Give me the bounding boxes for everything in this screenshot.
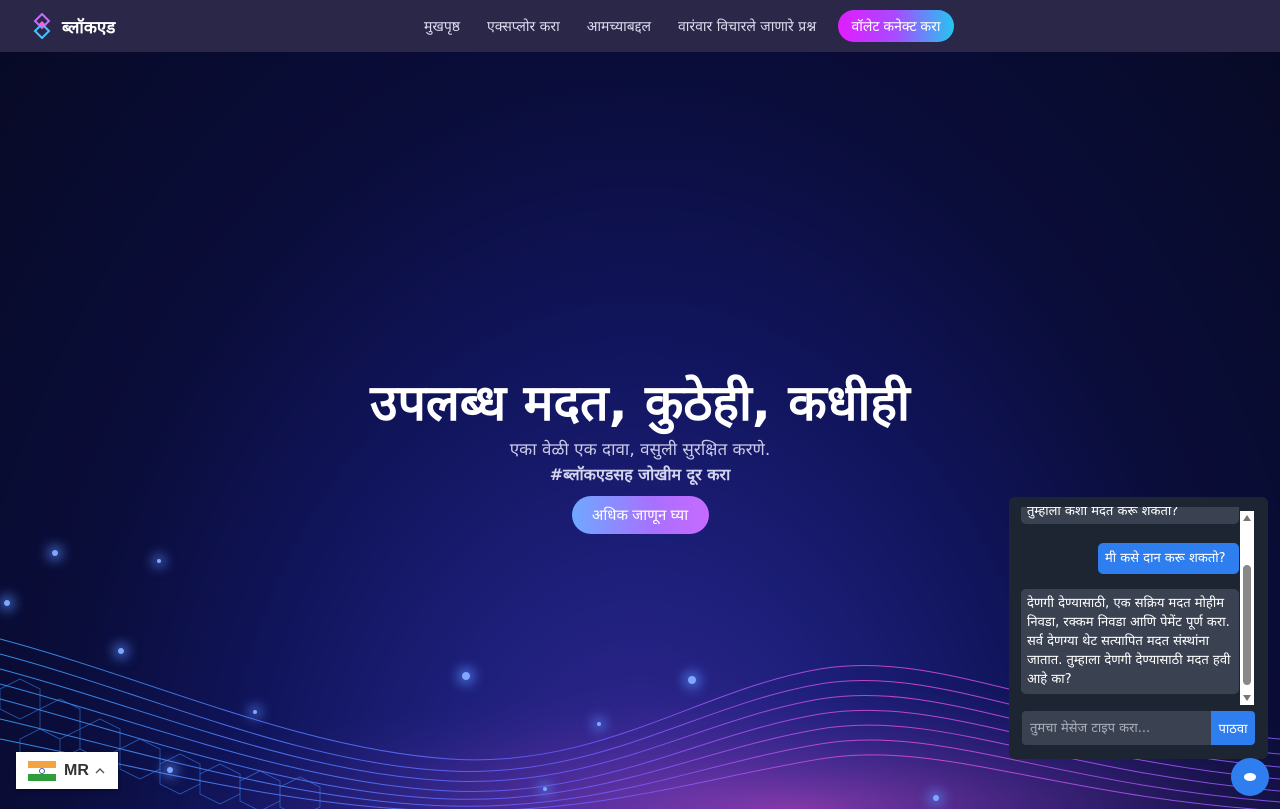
india-flag-icon bbox=[28, 760, 56, 781]
hero-tagline: #ब्लॉकएडसह जोखीम दूर करा bbox=[549, 465, 731, 484]
brand-name: ब्लॉकएड bbox=[62, 17, 116, 38]
chevron-up-icon bbox=[95, 767, 105, 773]
chat-send-button[interactable]: पाठवा bbox=[1211, 711, 1255, 745]
glow-dot bbox=[933, 795, 939, 801]
glow-dot bbox=[597, 722, 601, 726]
nav-link-home[interactable]: मुखपृष्ठ bbox=[424, 17, 460, 36]
chat-message-input[interactable] bbox=[1022, 711, 1211, 745]
nav-link-faq[interactable]: वारंवार विचारले जाणारे प्रश्न bbox=[678, 17, 816, 36]
hero-subtitle: एका वेळी एक दावा, वसुली सुरक्षित करणे. bbox=[509, 440, 771, 460]
glow-dot bbox=[462, 672, 470, 680]
glow-dot bbox=[4, 600, 10, 606]
top-navbar: ब्लॉकएड मुखपृष्ठ एक्सप्लोर करा आमच्याबद्… bbox=[0, 0, 1280, 52]
nav-links: मुखपृष्ठ एक्सप्लोर करा आमच्याबद्दल वारंव… bbox=[424, 0, 816, 52]
chat-message-user: मी कसे दान करू शकतो? bbox=[1098, 543, 1239, 574]
glow-dot bbox=[253, 710, 257, 714]
nav-link-about[interactable]: आमच्याबद्दल bbox=[587, 17, 651, 36]
glow-dot bbox=[118, 648, 124, 654]
glow-dot bbox=[543, 787, 547, 791]
connect-wallet-button[interactable]: वॉलेट कनेक्ट करा bbox=[838, 10, 954, 42]
learn-more-button[interactable]: अधिक जाणून घ्या bbox=[571, 496, 709, 534]
nav-link-explore[interactable]: एक्सप्लोर करा bbox=[487, 17, 560, 36]
hero-title: उपलब्ध मदत, कुठेही, कधीही bbox=[370, 374, 910, 432]
glow-dot bbox=[52, 550, 58, 556]
chat-log[interactable]: तुम्हाला कशी मदत करू शकतो? मी कसे दान कर… bbox=[1021, 507, 1239, 703]
language-code: MR bbox=[64, 761, 89, 779]
chat-bubble-icon bbox=[1244, 773, 1256, 781]
brand[interactable]: ब्लॉकएड bbox=[32, 13, 115, 39]
chat-scrollbar[interactable] bbox=[1240, 511, 1254, 705]
chat-message-bot: तुम्हाला कशी मदत करू शकतो? bbox=[1021, 507, 1239, 524]
scroll-up-arrow-icon[interactable] bbox=[1243, 515, 1251, 521]
scroll-thumb[interactable] bbox=[1243, 565, 1251, 685]
glow-dot bbox=[157, 559, 161, 563]
chat-message-bot: देणगी देण्यासाठी, एक सक्रिय मदत मोहीम नि… bbox=[1021, 589, 1239, 694]
glow-dot bbox=[688, 676, 696, 684]
blockaid-logo-icon bbox=[33, 13, 51, 39]
chat-toggle-button[interactable] bbox=[1231, 758, 1269, 796]
scroll-down-arrow-icon[interactable] bbox=[1243, 695, 1251, 701]
glow-dot bbox=[167, 767, 173, 773]
language-selector[interactable]: MR bbox=[16, 752, 118, 789]
